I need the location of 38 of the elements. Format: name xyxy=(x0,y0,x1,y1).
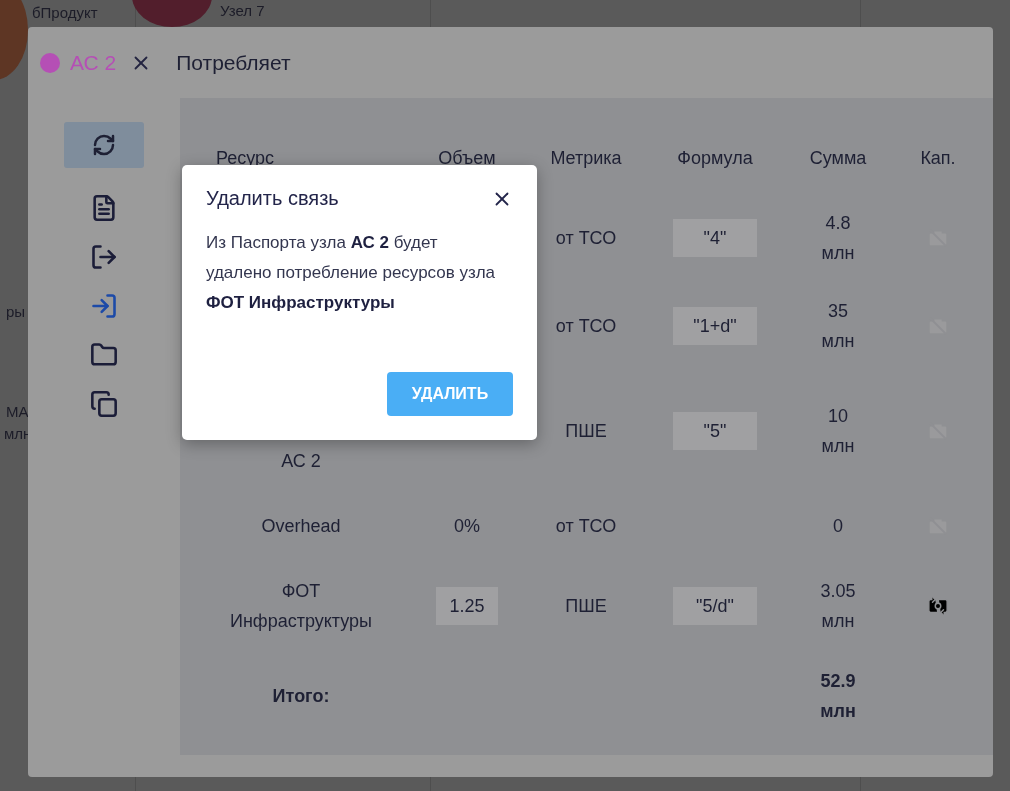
table-cell-text: 3.05 млн xyxy=(819,580,857,633)
sync-button[interactable] xyxy=(64,122,144,168)
node-name: АС 2 xyxy=(70,50,117,75)
column-header: Формула xyxy=(676,146,754,170)
formula-field[interactable]: "5" xyxy=(673,412,757,450)
column-header: Сумма xyxy=(808,146,868,170)
panel-title: Потребляет xyxy=(176,50,291,75)
camera-icon[interactable] xyxy=(927,595,949,617)
volume-field[interactable]: 1.25 xyxy=(436,587,498,625)
table-cell-text: ФОТ Инфраструктуры xyxy=(229,580,373,633)
table-cell-text: от ТСО xyxy=(555,315,617,338)
formula-field[interactable]: "4" xyxy=(673,219,757,257)
canvas-label: Узел 7 xyxy=(220,2,265,19)
total-sum: 52.9 млн xyxy=(819,670,857,723)
table-cell-text: от ТСО xyxy=(555,227,617,250)
column-header: Метрика xyxy=(549,146,623,170)
table-cell-text: ПШЕ xyxy=(565,420,607,443)
total-label: Итого: xyxy=(272,685,330,708)
formula-field[interactable]: "1+d" xyxy=(673,307,757,345)
formula-field[interactable]: "5/d" xyxy=(673,587,757,625)
table-cell-text: 4.8 млн xyxy=(820,212,856,265)
table-cell-text: Overhead xyxy=(261,515,341,538)
canvas-label: бПродукт xyxy=(32,4,98,21)
table-cell-text: 0 xyxy=(833,515,843,538)
table-cell-text: ПШЕ xyxy=(565,595,607,618)
table-cell-text: 35 млн xyxy=(820,300,856,353)
column-header: Кап. xyxy=(919,146,957,170)
table-cell-text: от ТСО xyxy=(555,515,617,538)
table-cell-text: 0% xyxy=(454,515,480,538)
dialog-title: Удалить связь xyxy=(206,187,339,210)
canvas-label: МА xyxy=(6,403,29,420)
column-header: Ресурс xyxy=(215,146,276,170)
sync-icon[interactable] xyxy=(92,133,116,157)
table-cell-text: АС 2 xyxy=(281,450,321,473)
dialog-message: Из Паспорта узла АС 2 будет удалено потребление ресурсов узла ФОТ Инфраструктуры xyxy=(206,232,496,314)
canvas-label: ры xyxy=(6,303,26,320)
table-cell-text: 10 млн xyxy=(820,405,856,458)
column-header: Объем xyxy=(437,146,497,170)
